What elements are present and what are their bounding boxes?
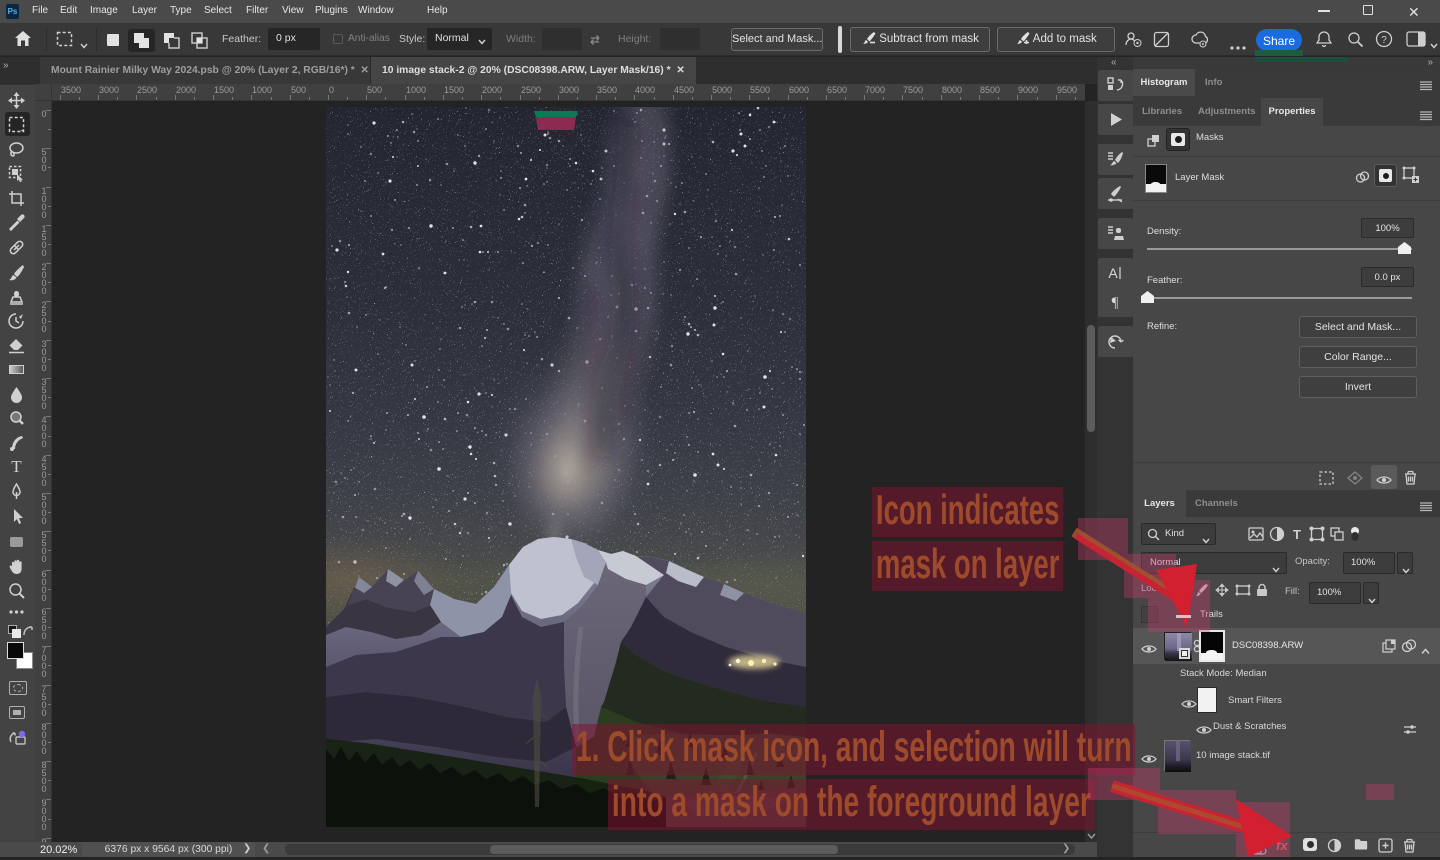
svg-text:A: A [1108, 265, 1118, 281]
svg-text:T: T [1293, 527, 1301, 542]
svg-text:¶: ¶ [1112, 295, 1119, 311]
svg-text:T: T [11, 458, 22, 476]
svg-text:?: ? [1381, 35, 1387, 46]
